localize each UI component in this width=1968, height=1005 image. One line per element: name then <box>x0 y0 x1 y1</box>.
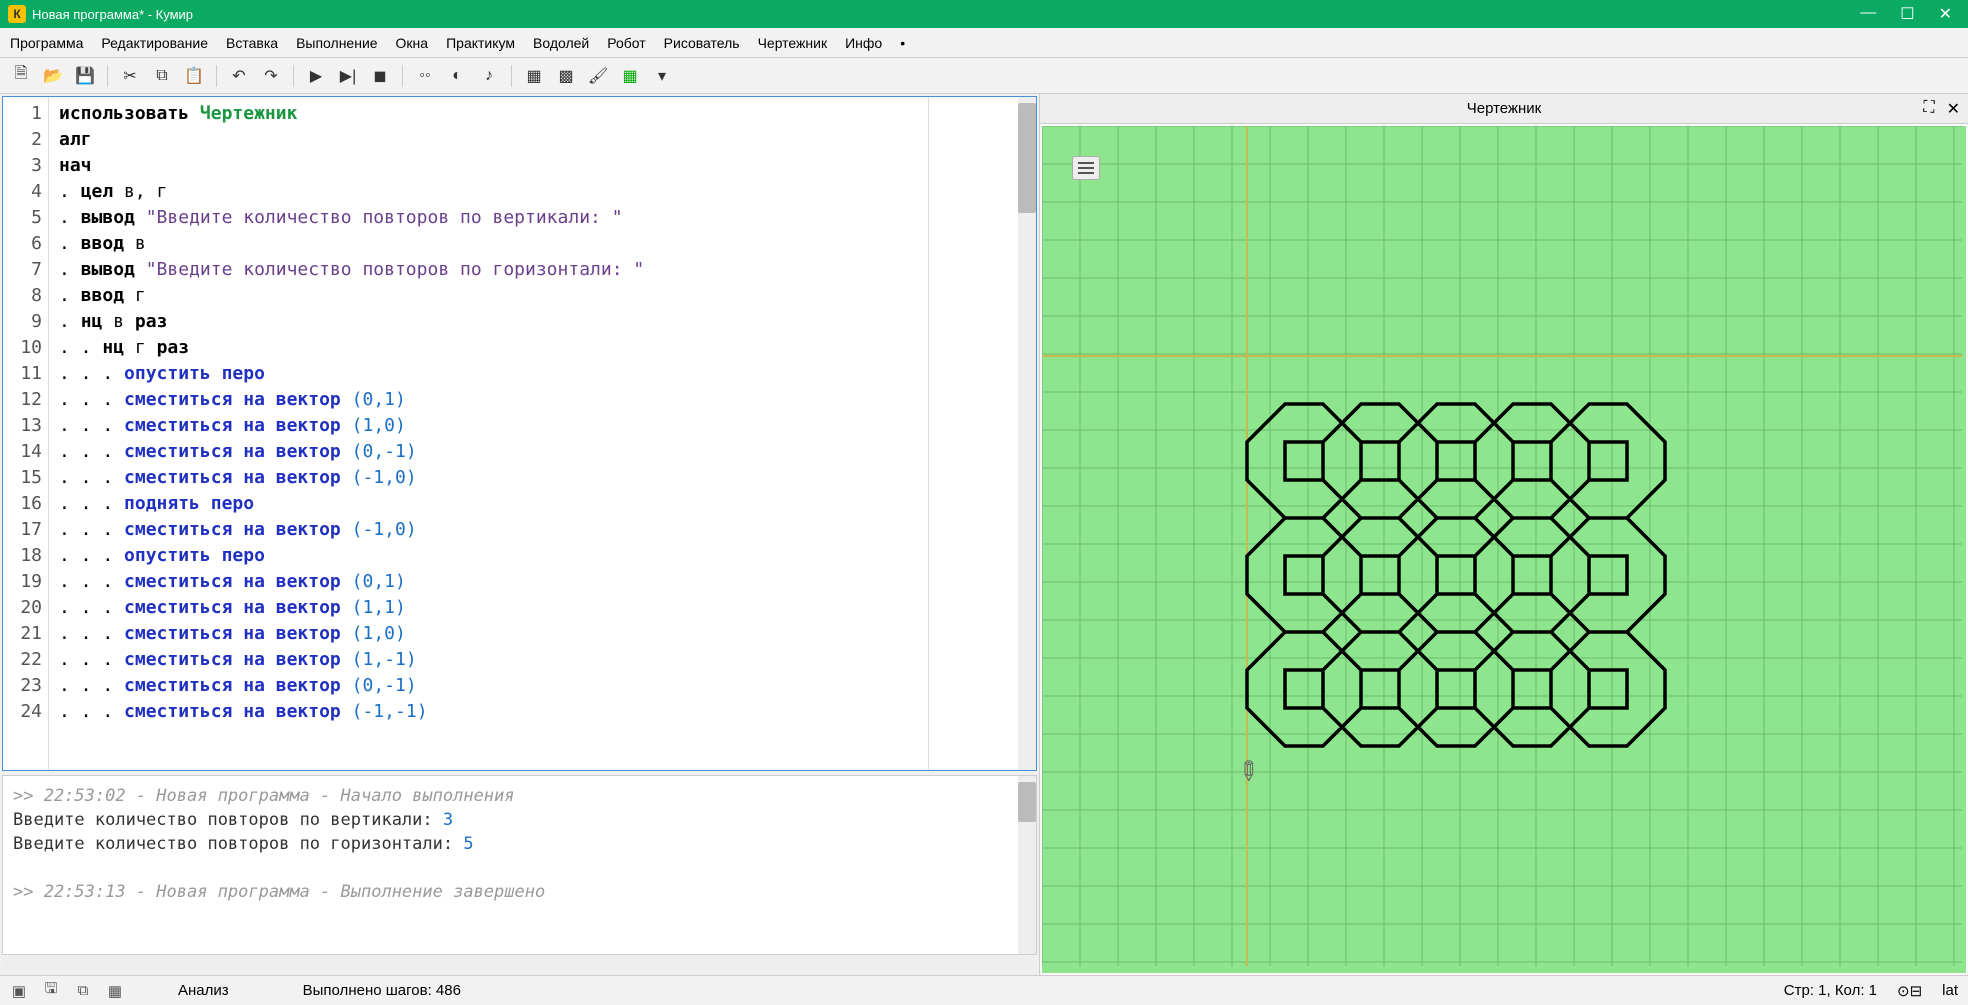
brush-icon[interactable]: 🖌 <box>585 63 611 89</box>
menu-Программа[interactable]: Программа <box>10 35 83 51</box>
close-button[interactable]: ✕ <box>1939 4 1952 24</box>
code-area[interactable]: использовать Чертежник алг нач . цел в, … <box>49 97 928 770</box>
status-icon-1[interactable]: ▣ <box>10 982 28 1000</box>
canvas-title: Чертежник <box>1467 100 1542 117</box>
code-editor[interactable]: 123456789101112131415161718192021222324 … <box>2 96 1037 771</box>
menu-Чертежник[interactable]: Чертежник <box>758 35 828 51</box>
tool-1-icon[interactable]: ◦◦ <box>412 63 438 89</box>
statusbar: ▣ 🖫 ⧉ ▦ Анализ Выполнено шагов: 486 Стр:… <box>0 975 1968 1005</box>
status-steps: Выполнено шагов: 486 <box>303 982 461 999</box>
cut-icon[interactable]: ✂ <box>117 63 143 89</box>
canvas-maximize-icon[interactable]: ⛶ <box>1923 99 1934 119</box>
menu-Выполнение[interactable]: Выполнение <box>296 35 377 51</box>
open-file-icon[interactable]: 📂 <box>40 63 66 89</box>
undo-icon[interactable]: ↶ <box>226 63 252 89</box>
status-analysis: Анализ <box>178 982 229 999</box>
paste-icon[interactable]: 📋 <box>181 63 207 89</box>
redo-icon[interactable]: ↷ <box>258 63 284 89</box>
status-icon-2[interactable]: 🖫 <box>42 982 60 1000</box>
tool-3-icon[interactable]: ♪ <box>476 63 502 89</box>
status-indicator-icon: ⊙⊟ <box>1897 982 1922 1000</box>
drawing-canvas[interactable]: ✎ <box>1042 126 1966 973</box>
maximize-button[interactable]: ☐ <box>1900 4 1914 24</box>
window-title: Новая программа* - Кумир <box>32 7 193 22</box>
menu-Робот[interactable]: Робот <box>607 35 645 51</box>
run-icon[interactable]: ▶ <box>303 63 329 89</box>
right-gutter <box>928 97 1018 770</box>
copy-icon[interactable]: ⧉ <box>149 63 175 89</box>
stop-icon[interactable]: ◼ <box>367 63 393 89</box>
canvas-menu-icon[interactable] <box>1072 156 1100 180</box>
status-cursor: Стр: 1, Кол: 1 <box>1784 982 1877 999</box>
editor-scrollbar[interactable] <box>1018 97 1036 770</box>
status-lang: lat <box>1942 982 1958 999</box>
grid-2-icon[interactable]: ▩ <box>553 63 579 89</box>
menu-Инфо[interactable]: Инфо <box>845 35 882 51</box>
grid-1-icon[interactable]: ▦ <box>521 63 547 89</box>
menubar: Программа Редактирование Вставка Выполнение… <box>0 28 1968 58</box>
status-icon-4[interactable]: ▦ <box>106 982 124 1000</box>
minimize-button[interactable]: ― <box>1860 4 1876 24</box>
tool-2-icon[interactable]: ◐ <box>444 63 470 89</box>
menu-Водолей[interactable]: Водолей <box>533 35 589 51</box>
more-icon[interactable]: ▾ <box>649 63 675 89</box>
save-file-icon[interactable]: 💾 <box>72 63 98 89</box>
console-scrollbar[interactable] <box>1018 776 1036 954</box>
status-icon-3[interactable]: ⧉ <box>74 982 92 1000</box>
menu-Практикум[interactable]: Практикум <box>446 35 515 51</box>
grid-green-icon[interactable]: ▦ <box>617 63 643 89</box>
app-icon: К <box>8 5 26 23</box>
output-console: >> 22:53:02 - Новая программа - Начало в… <box>3 776 1018 954</box>
step-icon[interactable]: ▶| <box>335 63 361 89</box>
titlebar: К Новая программа* - Кумир ― ☐ ✕ <box>0 0 1968 28</box>
horizontal-scrollbar[interactable] <box>2 957 1037 975</box>
menu-Окна[interactable]: Окна <box>396 35 429 51</box>
canvas-header: Чертежник ⛶ ✕ <box>1040 94 1968 124</box>
menu-•[interactable]: • <box>900 35 905 51</box>
menu-Рисователь[interactable]: Рисователь <box>664 35 740 51</box>
new-file-icon[interactable]: 🗎 <box>8 63 34 89</box>
toolbar: 🗎 📂 💾 ✂ ⧉ 📋 ↶ ↷ ▶ ▶| ◼ ◦◦ ◐ ♪ ▦ ▩ 🖌 ▦ ▾ <box>0 58 1968 94</box>
line-gutter: 123456789101112131415161718192021222324 <box>3 97 49 770</box>
canvas-close-icon[interactable]: ✕ <box>1947 99 1960 119</box>
menu-Вставка[interactable]: Вставка <box>226 35 278 51</box>
menu-Редактирование[interactable]: Редактирование <box>101 35 208 51</box>
